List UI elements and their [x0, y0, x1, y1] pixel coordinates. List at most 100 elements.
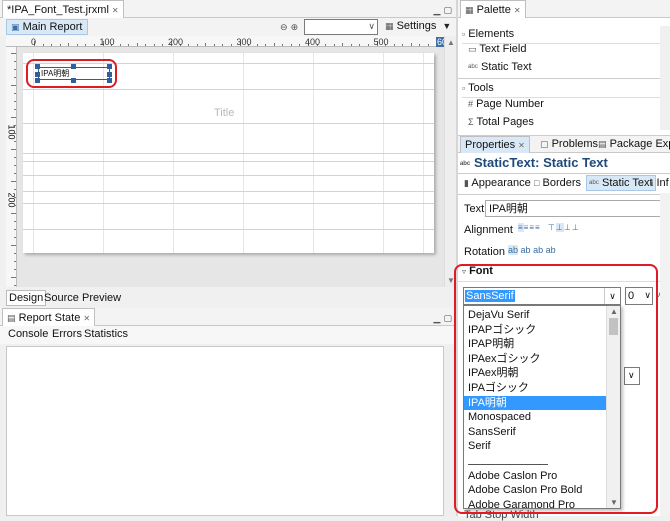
ruler-tick	[162, 44, 164, 46]
ruler-tick	[333, 44, 335, 46]
file-tab[interactable]: *IPA_Font_Test.jrxml ✕	[2, 0, 124, 18]
ruler-tick	[14, 269, 16, 270]
tab-statistics[interactable]: Statistics	[84, 328, 128, 340]
palette-scrollbar[interactable]	[660, 26, 670, 130]
package-tab-label: Package Explo	[609, 138, 670, 150]
close-icon[interactable]: ✕	[83, 314, 90, 323]
text-input[interactable]: IPA明朝	[485, 200, 670, 217]
ruler-number: 100	[6, 124, 17, 140]
band-line	[23, 89, 434, 90]
ruler-tick	[14, 109, 16, 110]
collapse-icon[interactable]: ▫	[462, 29, 465, 39]
ruler-tick	[14, 165, 16, 166]
ruler-tick	[145, 44, 147, 46]
ruler-tick	[136, 43, 138, 46]
subtab-appearance[interactable]: ▮ Appearance	[464, 177, 531, 189]
view-controls: ▁ ▢	[434, 312, 453, 324]
close-icon[interactable]: ✕	[518, 141, 525, 150]
chevron-down-icon: ∨	[368, 21, 375, 31]
subtab-static-text[interactable]: ᵃᵇᶜ Static Text	[586, 175, 656, 191]
properties-scrollbar[interactable]	[660, 193, 670, 516]
close-icon[interactable]: ✕	[514, 6, 521, 15]
tab-console[interactable]: Console	[8, 328, 48, 340]
subtab-inheritance[interactable]: ℹ Inf	[650, 177, 669, 189]
valign-top-icon[interactable]: ⊤	[548, 223, 556, 232]
ruler-tick	[14, 125, 16, 126]
scroll-up-icon[interactable]: ▲	[447, 38, 455, 47]
ruler-tick	[256, 44, 258, 46]
rotation-none-icon[interactable]: ab	[508, 245, 519, 255]
ruler-tick	[59, 44, 61, 46]
editor-vscrollbar[interactable]: ▲ ▼	[444, 36, 456, 287]
highlight-font-panel	[454, 264, 658, 514]
report-state-icon: ▤	[7, 313, 16, 323]
rotation-label: Rotation	[464, 246, 505, 258]
palette-section-tools[interactable]: ▫ Tools	[462, 82, 494, 94]
tab-errors[interactable]: Errors	[52, 328, 82, 340]
close-icon[interactable]: ✕	[112, 6, 119, 15]
zoom-in-icon[interactable]: ⊕	[291, 22, 299, 33]
valign-justify-icon[interactable]: ⊥	[572, 223, 580, 232]
maximize-icon[interactable]: ▢	[443, 313, 452, 324]
info-icon: ℹ	[650, 178, 654, 188]
tab-source[interactable]: Source	[44, 291, 79, 305]
rotation-upside-icon[interactable]: ab	[546, 245, 556, 255]
ruler-number: 400	[305, 37, 321, 47]
ruler-tick	[359, 44, 361, 46]
ruler-tick	[188, 44, 190, 46]
problems-icon: ▢	[540, 139, 549, 149]
ruler-tick	[213, 44, 215, 46]
subtab-label: Appearance	[471, 177, 531, 189]
main-report-tab[interactable]: ▣ Main Report	[6, 19, 88, 35]
palette-content: ▫ Elements ▭ Text Field ᵃᵇᶜ Static Text …	[458, 18, 670, 136]
ruler-tick	[14, 229, 16, 230]
band-line	[23, 229, 434, 230]
collapse-icon[interactable]: ▫	[462, 83, 465, 93]
ruler-tick	[273, 43, 275, 46]
subtab-borders[interactable]: □ Borders	[534, 177, 581, 189]
palette-item-label: Total Pages	[476, 116, 534, 128]
problems-tab-label: Problems	[551, 138, 599, 150]
ruler-tick	[14, 205, 16, 206]
total-pages-icon: Σ	[468, 117, 474, 127]
zoom-out-icon[interactable]: ⊖	[280, 22, 288, 33]
ruler-tick	[14, 237, 16, 238]
static-text-icon: ᵃᵇᶜ	[468, 62, 478, 72]
minimize-icon[interactable]: ▁	[434, 5, 441, 16]
rotation-left-icon[interactable]: ab	[521, 245, 531, 255]
palette-tabbar: ▦ Palette ✕	[458, 0, 670, 18]
valign-bottom-icon[interactable]: ⊥	[564, 223, 572, 232]
palette-item-total-pages[interactable]: Σ Total Pages	[468, 116, 534, 128]
alignment-label: Alignment	[464, 224, 513, 236]
rotation-right-icon[interactable]: ab	[533, 245, 543, 255]
properties-header: ᵃᵇᶜ StaticText: Static Text	[460, 155, 608, 170]
maximize-icon[interactable]: ▢	[443, 5, 452, 16]
palette-item-label: Text Field	[479, 43, 527, 55]
palette-item-static-text[interactable]: ᵃᵇᶜ Static Text	[468, 61, 532, 73]
tab-design[interactable]: Design	[6, 290, 47, 306]
tab-properties[interactable]: Properties ✕	[460, 136, 530, 153]
ruler-tick	[11, 181, 16, 182]
align-justify-icon[interactable]: ≡	[535, 223, 541, 232]
appearance-icon: ▮	[464, 178, 469, 188]
palette-section-elements[interactable]: ▫ Elements	[462, 28, 514, 40]
ruler-tick	[14, 141, 16, 142]
main-report-label: Main Report	[22, 21, 83, 33]
ruler-tick	[367, 44, 369, 46]
palette-item-page-number[interactable]: # Page Number	[468, 98, 544, 110]
tab-package-explorer[interactable]: ▤ Package Explo	[594, 136, 670, 154]
ruler-tick	[42, 44, 44, 46]
report-state-tabbar: ▤ Report State ✕ ▁ ▢	[0, 308, 456, 326]
palette-label: Palette	[476, 4, 511, 16]
report-state-tab[interactable]: ▤ Report State ✕	[2, 308, 96, 326]
palette-item-text-field[interactable]: ▭ Text Field	[468, 43, 526, 55]
tab-problems[interactable]: ▢ Problems	[536, 136, 602, 154]
minimize-icon[interactable]: ▁	[434, 313, 441, 324]
settings-button[interactable]: ▦ Settings ▼	[385, 20, 451, 32]
zoom-select[interactable]: ∨	[304, 19, 378, 35]
static-text-icon: ᵃᵇᶜ	[460, 159, 471, 169]
palette-tab[interactable]: ▦ Palette ✕	[460, 0, 526, 18]
tab-preview[interactable]: Preview	[82, 291, 121, 305]
properties-tab-label: Properties	[465, 139, 516, 151]
valign-middle-icon[interactable]: ⊥	[555, 223, 564, 232]
